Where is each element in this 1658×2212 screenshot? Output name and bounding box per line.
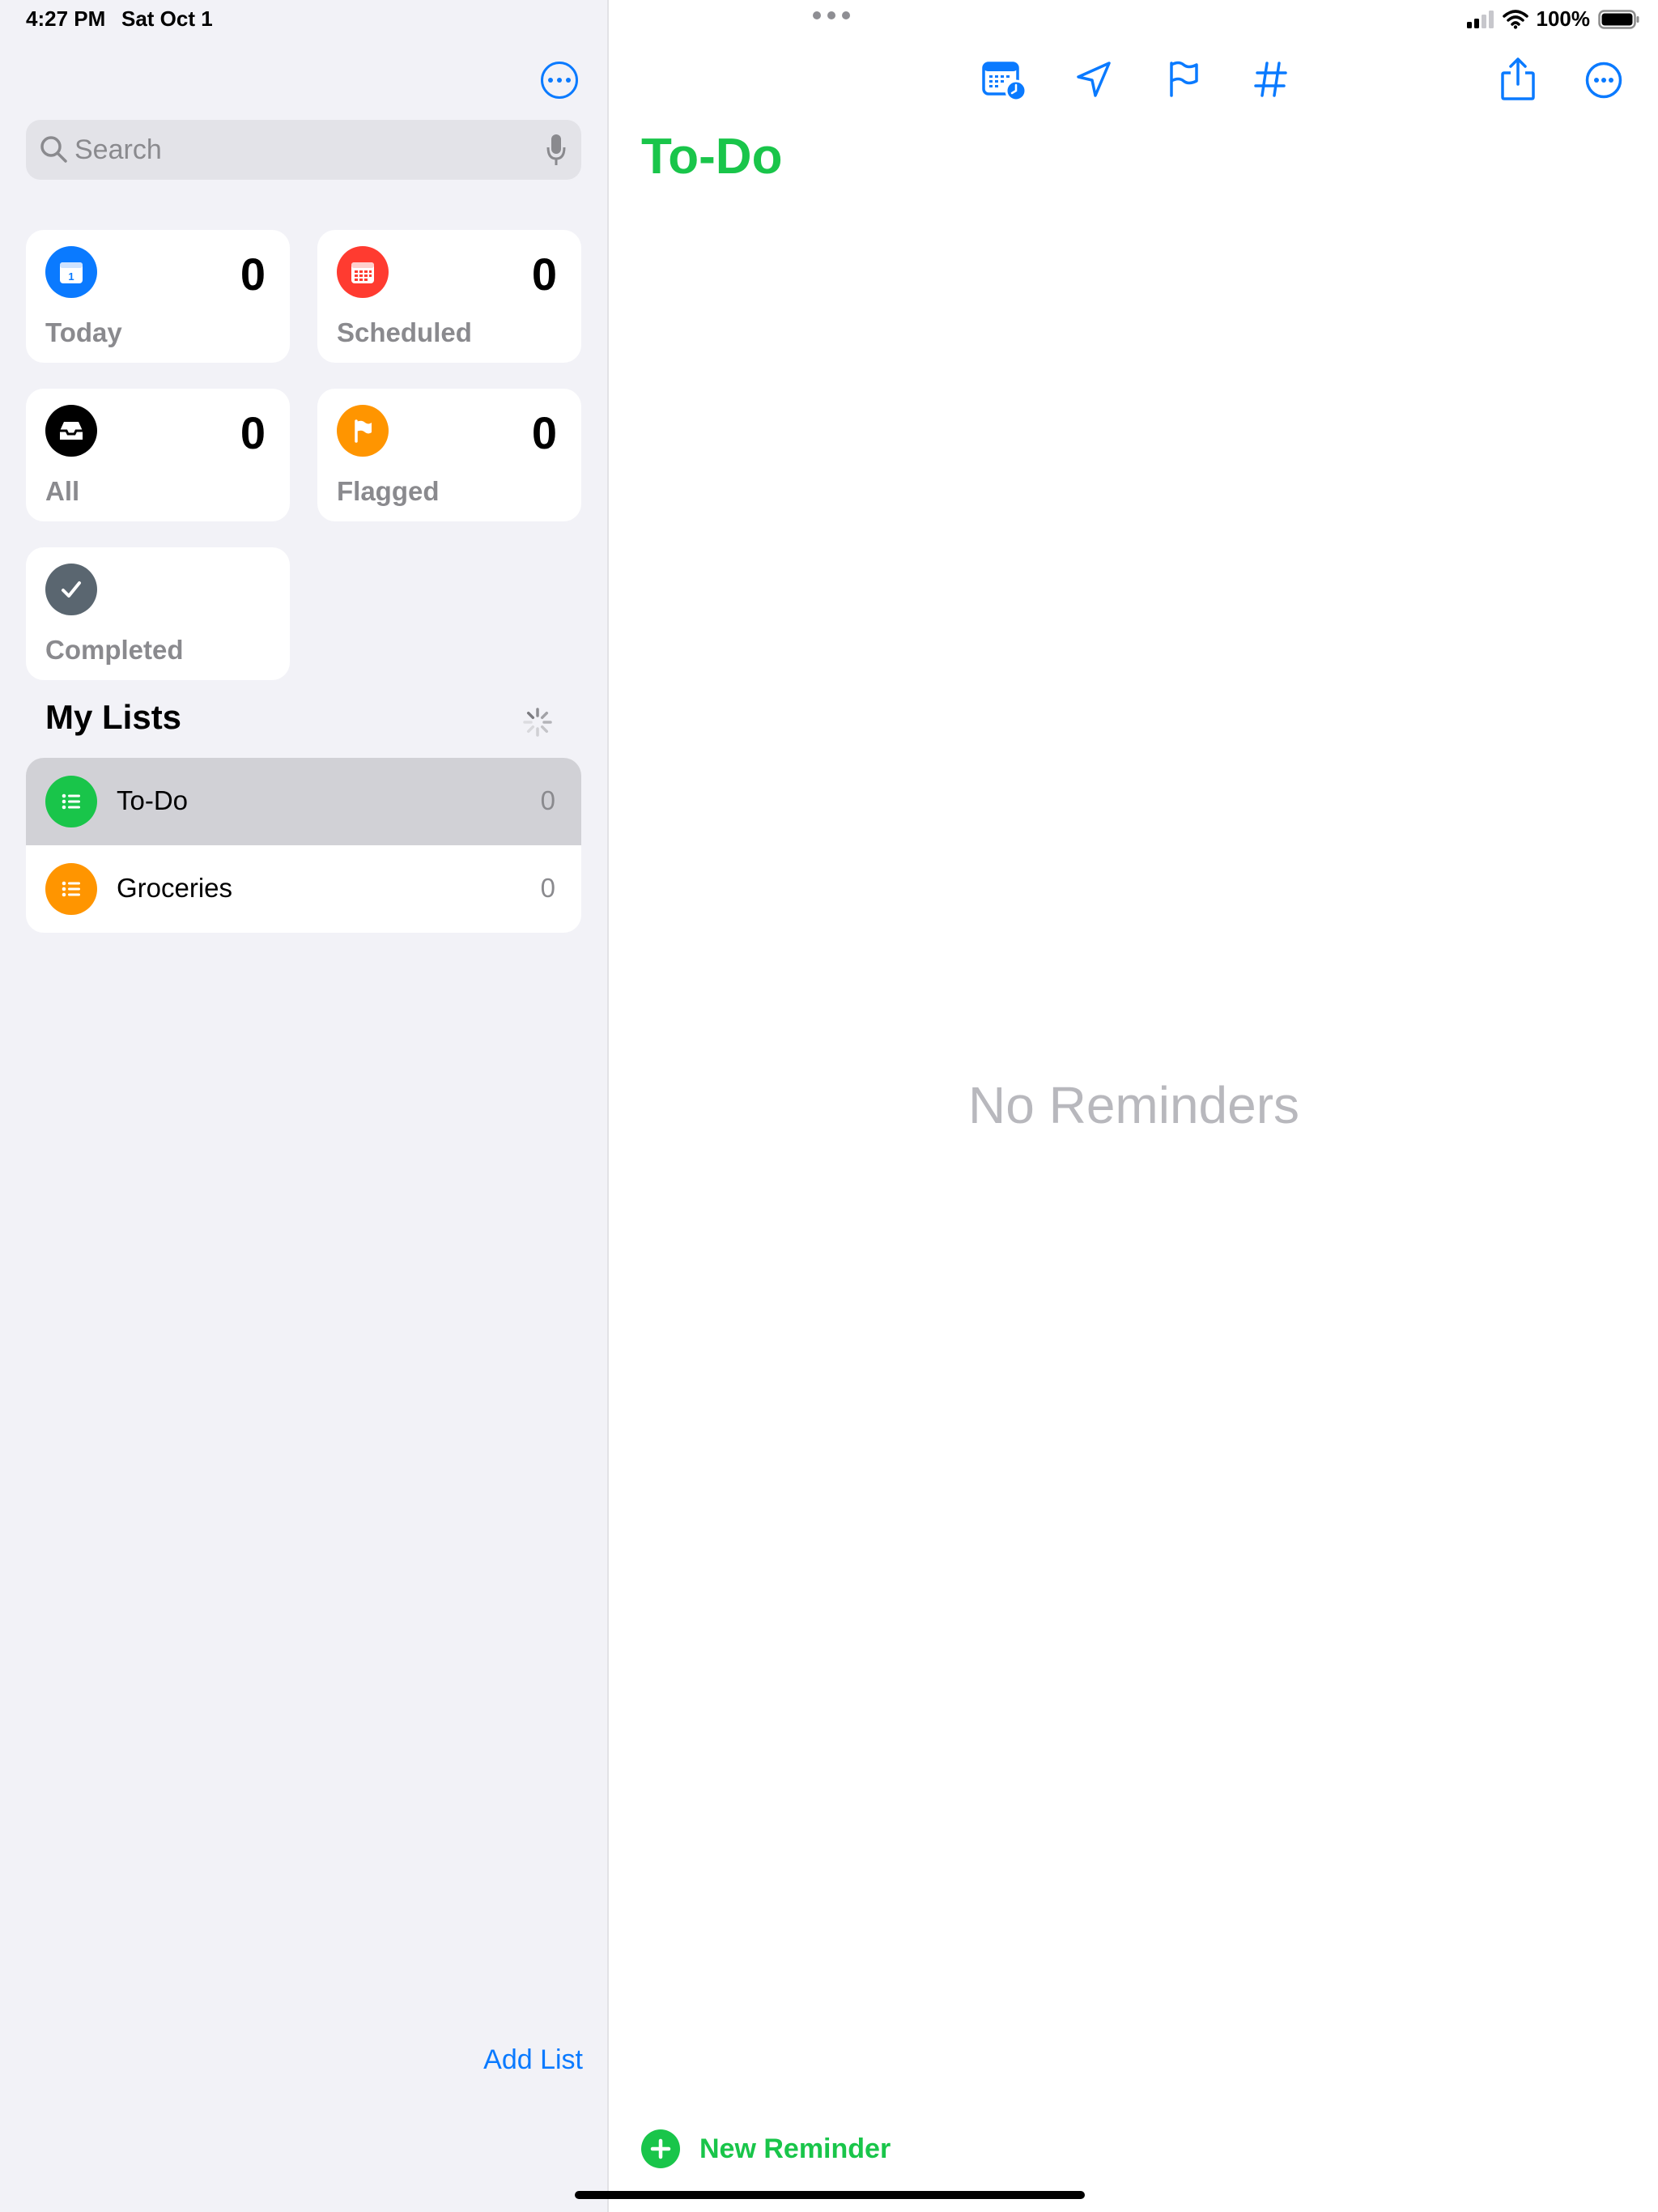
flag-icon[interactable] (1166, 60, 1203, 99)
search-bar[interactable] (26, 120, 581, 180)
all-count: 0 (240, 407, 266, 458)
today-label: Today (45, 317, 122, 347)
ellipsis-dot (566, 78, 571, 83)
new-reminder-label: New Reminder (699, 2133, 891, 2164)
share-icon[interactable] (1499, 57, 1537, 102)
my-lists: To-Do 0 Groceries 0 (26, 758, 581, 933)
loading-spinner-icon (523, 708, 552, 737)
home-indicator[interactable] (575, 2191, 1085, 2199)
hashtag-icon[interactable] (1253, 60, 1289, 99)
tray-icon (45, 405, 97, 457)
completed-label: Completed (45, 635, 184, 665)
multitasking-handle[interactable] (813, 11, 850, 19)
sidebar-more-button[interactable] (541, 62, 578, 99)
my-lists-heading: My Lists (45, 698, 182, 736)
battery-percentage: 100% (1536, 6, 1591, 31)
ellipsis-dot (557, 78, 562, 83)
all-label: All (45, 476, 80, 506)
plus-circle-icon (641, 2129, 680, 2168)
cellular-signal-icon (1466, 10, 1494, 28)
ellipsis-dot (548, 78, 553, 83)
smart-list-completed[interactable]: Completed (26, 547, 290, 680)
calendar-clock-icon[interactable] (981, 60, 1028, 102)
list-name: To-Do (117, 785, 189, 815)
page-title: To-Do (641, 129, 783, 185)
status-time: 4:27 PM (26, 6, 106, 31)
list-name: Groceries (117, 873, 233, 903)
handle-dot (813, 11, 821, 19)
list-count: 0 (540, 873, 555, 903)
flag-icon (337, 405, 389, 457)
handle-dot (827, 11, 835, 19)
svg-text:1: 1 (68, 270, 74, 283)
new-reminder-button[interactable]: New Reminder (641, 2129, 891, 2168)
ellipsis-circle-icon[interactable] (1585, 62, 1622, 99)
calendar-today-icon: 1 (45, 246, 97, 298)
empty-state-text: No Reminders (968, 1076, 1300, 1134)
microphone-icon[interactable] (546, 133, 567, 167)
today-count: 0 (240, 249, 266, 300)
flagged-count: 0 (531, 407, 557, 458)
smart-list-all[interactable]: 0 All (26, 389, 290, 521)
list-count: 0 (540, 785, 555, 815)
scheduled-label: Scheduled (337, 317, 472, 347)
list-bullet-icon (45, 863, 97, 915)
flagged-label: Flagged (337, 476, 440, 506)
status-date: Sat Oct 1 (121, 6, 213, 31)
handle-dot (842, 11, 850, 19)
battery-icon (1598, 9, 1639, 29)
smart-list-flagged[interactable]: 0 Flagged (317, 389, 581, 521)
status-indicators: 100% (1466, 6, 1641, 32)
smart-list-today[interactable]: 1 0 Today (26, 230, 290, 363)
scheduled-count: 0 (531, 249, 557, 300)
add-list-button[interactable]: Add List (483, 2044, 583, 2076)
calendar-grid-icon (337, 246, 389, 298)
list-bullet-icon (45, 776, 97, 827)
wifi-icon (1502, 9, 1528, 29)
sidebar: 1 0 Today 0 Scheduled (0, 0, 609, 2212)
location-icon[interactable] (1075, 60, 1112, 99)
status-bar: 4:27 PM Sat Oct 1 100% (0, 0, 1658, 39)
list-item-groceries[interactable]: Groceries 0 (26, 845, 581, 933)
search-icon (40, 136, 67, 163)
smart-list-scheduled[interactable]: 0 Scheduled (317, 230, 581, 363)
search-input[interactable] (74, 126, 528, 173)
checkmark-icon (45, 564, 97, 615)
list-item-to-do[interactable]: To-Do 0 (26, 758, 581, 845)
